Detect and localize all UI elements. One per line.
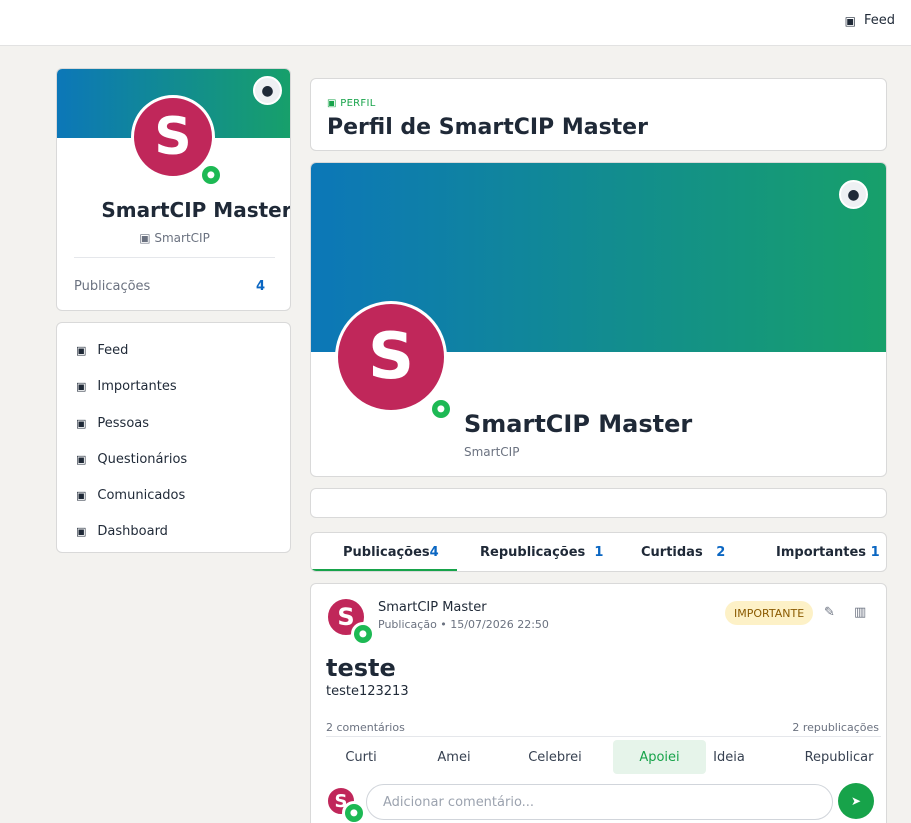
tab-republicacoes[interactable]: Republicações 1	[480, 545, 603, 560]
republish-button[interactable]: Republicar	[797, 740, 881, 774]
camera-icon[interactable]: ●	[253, 76, 282, 105]
online-status-icon	[199, 163, 223, 187]
profile-tabs: Publicações4 Republicações 1 Curtidas 2 …	[310, 532, 887, 572]
reposts-count[interactable]: 2 republicações	[792, 721, 879, 734]
tab-count: 1	[870, 545, 880, 560]
tab-importantes[interactable]: Importantes 1	[776, 545, 880, 560]
dashboard-icon: ▣	[76, 525, 87, 538]
sidebar-item-comunicados[interactable]: ▣ Comunicados	[76, 488, 185, 503]
tab-curtidas[interactable]: Curtidas 2	[641, 545, 725, 560]
tab-label: Republicações	[480, 545, 586, 560]
active-tab-indicator	[311, 569, 457, 571]
tab-label: Curtidas	[641, 545, 703, 560]
sidebar-item-label: Pessoas	[97, 416, 150, 431]
post-card: S SmartCIP Master Publicação • 15/07/202…	[310, 583, 887, 823]
empty-panel	[310, 488, 887, 518]
page-header: ▣ PERFIL Perfil de SmartCIP Master	[310, 78, 887, 151]
tab-count: 4	[429, 545, 439, 560]
feed-icon: ▣	[844, 13, 856, 28]
feed-icon: ▣	[76, 344, 87, 357]
sidebar-item-label: Feed	[97, 343, 129, 358]
comment-input[interactable]	[366, 784, 833, 820]
tab-publicacoes[interactable]: Publicações4	[343, 545, 439, 560]
page-kicker-label: PERFIL	[340, 98, 376, 109]
sidebar-item-label: Questionários	[97, 452, 188, 467]
topbar-feed-link[interactable]: ▣ Feed	[845, 13, 895, 28]
top-bar: ▣ Feed	[0, 0, 911, 46]
important-badge: IMPORTANTE	[725, 601, 814, 625]
comments-count[interactable]: 2 comentários	[326, 721, 405, 734]
profile-card: ● S SmartCIP Master SmartCIP	[310, 162, 887, 477]
profile-icon: ▣	[327, 98, 337, 109]
post-meta: Publicação • 15/07/2026 22:50	[378, 618, 549, 631]
profile-name: SmartCIP Master	[464, 410, 693, 438]
tab-count: 2	[716, 545, 726, 560]
online-status-icon	[351, 622, 375, 646]
publications-count: 4	[255, 279, 265, 294]
profile-avatar[interactable]: S	[335, 301, 447, 413]
post-body: teste123213	[326, 684, 409, 699]
sidebar-profile-name: SmartCIP Master	[101, 198, 291, 222]
people-icon: ▣	[76, 417, 87, 430]
profile-org: SmartCIP	[464, 445, 520, 459]
online-status-icon	[342, 801, 366, 823]
camera-icon[interactable]: ●	[839, 180, 868, 209]
important-icon: ▣	[76, 380, 87, 393]
sidebar-nav: ▣ Feed ▣ Importantes ▣ Pessoas ▣ Questio…	[56, 322, 291, 553]
react-curti-button[interactable]: Curti	[326, 740, 396, 774]
react-apoiei-button[interactable]: Apoiei	[613, 740, 706, 774]
edit-icon[interactable]: ✎	[824, 605, 835, 620]
sidebar-item-label: Dashboard	[97, 524, 168, 539]
survey-icon: ▣	[76, 453, 87, 466]
page-title: Perfil de SmartCIP Master	[327, 115, 648, 140]
delete-icon[interactable]: ▥	[854, 605, 866, 620]
sidebar-item-pessoas[interactable]: ▣ Pessoas	[76, 416, 149, 431]
divider	[74, 257, 275, 258]
tab-label: Publicações	[343, 545, 430, 560]
announcement-icon: ▣	[76, 489, 87, 502]
post-title: teste	[326, 654, 396, 682]
sidebar-item-questionarios[interactable]: ▣ Questionários	[76, 452, 187, 467]
divider	[326, 736, 881, 737]
sidebar-profile-card: ● S SmartCIP Master ▣ SmartCIP Publicaçõ…	[56, 68, 291, 311]
org-icon: ▣	[139, 231, 151, 245]
online-status-icon	[429, 397, 453, 421]
react-ideia-button[interactable]: Ideia	[701, 740, 757, 774]
page-kicker: ▣ PERFIL	[327, 98, 376, 109]
tab-label: Importantes	[776, 545, 867, 560]
sidebar-item-dashboard[interactable]: ▣ Dashboard	[76, 524, 168, 539]
topbar-feed-label: Feed	[863, 13, 895, 28]
org-label: SmartCIP	[154, 231, 210, 245]
react-amei-button[interactable]: Amei	[419, 740, 489, 774]
post-author-name[interactable]: SmartCIP Master	[378, 600, 487, 615]
sidebar-item-label: Importantes	[97, 379, 177, 394]
tab-count: 1	[594, 545, 604, 560]
sidebar-item-feed[interactable]: ▣ Feed	[76, 343, 128, 358]
publications-label: Publicações	[74, 279, 151, 294]
sidebar-item-label: Comunicados	[97, 488, 186, 503]
react-celebrei-button[interactable]: Celebrei	[517, 740, 593, 774]
send-icon[interactable]: ➤	[838, 783, 874, 819]
sidebar-item-importantes[interactable]: ▣ Importantes	[76, 379, 177, 394]
sidebar-profile-org: ▣ SmartCIP	[57, 231, 290, 245]
